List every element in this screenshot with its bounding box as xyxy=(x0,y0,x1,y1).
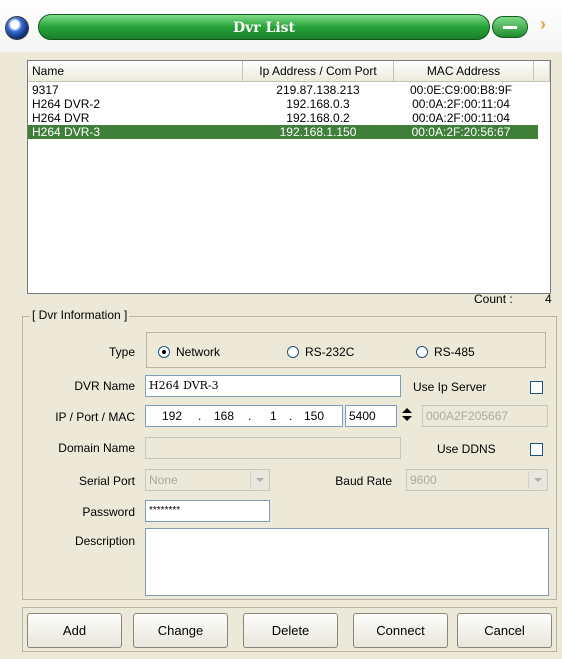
baud-rate-select[interactable]: 9600 xyxy=(406,469,548,491)
list-item[interactable]: H264 DVR 192.168.0.2 00:0A:2F:00:11:04 xyxy=(28,111,538,125)
ip-octet-4: 150 xyxy=(304,409,325,423)
row-mac: 00:0A:2F:00:11:04 xyxy=(412,111,510,125)
ip-dot: . xyxy=(289,409,293,423)
ip-address-input[interactable]: 192 . 168 . 1 . 150 xyxy=(145,405,343,427)
password-label: Password xyxy=(82,505,135,519)
delete-button[interactable]: Delete xyxy=(243,613,338,648)
minimize-button[interactable] xyxy=(492,16,528,38)
app-globe-icon[interactable] xyxy=(6,17,28,39)
row-mac: 00:0A:2F:20:56:67 xyxy=(411,125,511,139)
radio-network[interactable] xyxy=(158,346,170,358)
title-bar[interactable]: Dvr List › xyxy=(0,0,562,52)
chevron-down-icon[interactable] xyxy=(250,471,268,489)
add-button[interactable]: Add xyxy=(27,613,122,648)
ip-dot: . xyxy=(248,409,252,423)
use-ip-server-label: Use Ip Server xyxy=(413,380,487,394)
port-input[interactable]: 5400 xyxy=(345,405,397,427)
use-ddns-checkbox[interactable] xyxy=(530,443,543,456)
spin-down-icon[interactable] xyxy=(402,416,412,421)
chevron-down-icon[interactable] xyxy=(528,471,546,489)
use-ip-server-checkbox[interactable] xyxy=(530,381,543,394)
serial-port-label: Serial Port xyxy=(78,474,135,488)
ip-dot: . xyxy=(198,409,202,423)
type-label: Type xyxy=(108,345,135,359)
row-ip: 192.168.0.3 xyxy=(286,97,350,111)
domain-name-input[interactable] xyxy=(145,437,401,459)
radio-rs485-label[interactable]: RS-485 xyxy=(434,345,475,359)
row-ip: 192.168.1.150 xyxy=(279,125,357,139)
row-name: H264 DVR-3 xyxy=(32,125,101,139)
count-value: 4 xyxy=(545,292,552,306)
row-mac: 00:0E:C9:00:B8:9F xyxy=(409,83,513,97)
use-ddns-label: Use DDNS xyxy=(437,442,496,456)
list-item-selected[interactable]: H264 DVR-3 192.168.1.150 00:0A:2F:20:56:… xyxy=(28,125,538,139)
column-header-name[interactable]: Name xyxy=(28,61,243,82)
list-item[interactable]: H264 DVR-2 192.168.0.3 00:0A:2F:00:11:04 xyxy=(28,97,538,111)
radio-network-label[interactable]: Network xyxy=(176,345,220,359)
radio-rs485[interactable] xyxy=(416,346,428,358)
description-textarea[interactable] xyxy=(145,528,549,596)
dvr-name-input[interactable]: H264 DVR-3 xyxy=(145,375,401,397)
baud-rate-value: 9600 xyxy=(410,473,437,487)
group-title: [ Dvr Information ] xyxy=(30,308,130,322)
row-name: 9317 xyxy=(32,83,59,97)
row-ip: 192.168.0.2 xyxy=(286,111,350,125)
list-rows: 9317 219.87.138.213 00:0E:C9:00:B8:9F H2… xyxy=(28,83,538,139)
description-label: Description xyxy=(74,534,135,548)
spin-up-icon[interactable] xyxy=(402,408,412,413)
list-header: Name Ip Address / Com Port MAC Address xyxy=(28,61,550,82)
ip-port-mac-label: IP / Port / MAC xyxy=(55,410,135,424)
domain-name-label: Domain Name xyxy=(58,441,135,455)
window-title: Dvr List xyxy=(232,20,296,36)
row-ip: 219.87.138.213 xyxy=(276,83,360,97)
column-header-mac[interactable]: MAC Address xyxy=(394,61,534,82)
radio-rs232c-label[interactable]: RS-232C xyxy=(305,345,354,359)
radio-rs232c[interactable] xyxy=(287,346,299,358)
count-label: Count : xyxy=(474,292,513,306)
port-spinner[interactable] xyxy=(399,405,415,425)
row-name: H264 DVR-2 xyxy=(32,97,101,111)
close-icon[interactable]: › xyxy=(540,14,546,35)
column-header-filler xyxy=(534,61,550,82)
serial-port-value: None xyxy=(149,473,178,487)
ip-octet-1: 192 xyxy=(162,409,183,423)
row-mac: 00:0A:2F:00:11:04 xyxy=(412,97,510,111)
ip-octet-3: 1 xyxy=(270,409,277,423)
serial-port-select[interactable]: None xyxy=(145,469,270,491)
dvr-list-view[interactable]: Name Ip Address / Com Port MAC Address 9… xyxy=(27,60,551,294)
cancel-button[interactable]: Cancel xyxy=(457,613,552,648)
title-pill: Dvr List xyxy=(38,14,490,40)
password-input[interactable]: ******** xyxy=(145,500,270,522)
ip-octet-2: 168 xyxy=(214,409,235,423)
baud-rate-label: Baud Rate xyxy=(335,474,392,488)
list-item[interactable]: 9317 219.87.138.213 00:0E:C9:00:B8:9F xyxy=(28,83,538,97)
dvr-name-label: DVR Name xyxy=(74,379,135,393)
row-name: H264 DVR xyxy=(32,111,90,125)
change-button[interactable]: Change xyxy=(133,613,228,648)
mac-input[interactable]: 000A2F205667 xyxy=(422,405,548,427)
connect-button[interactable]: Connect xyxy=(353,613,448,648)
column-header-ip[interactable]: Ip Address / Com Port xyxy=(243,61,394,82)
